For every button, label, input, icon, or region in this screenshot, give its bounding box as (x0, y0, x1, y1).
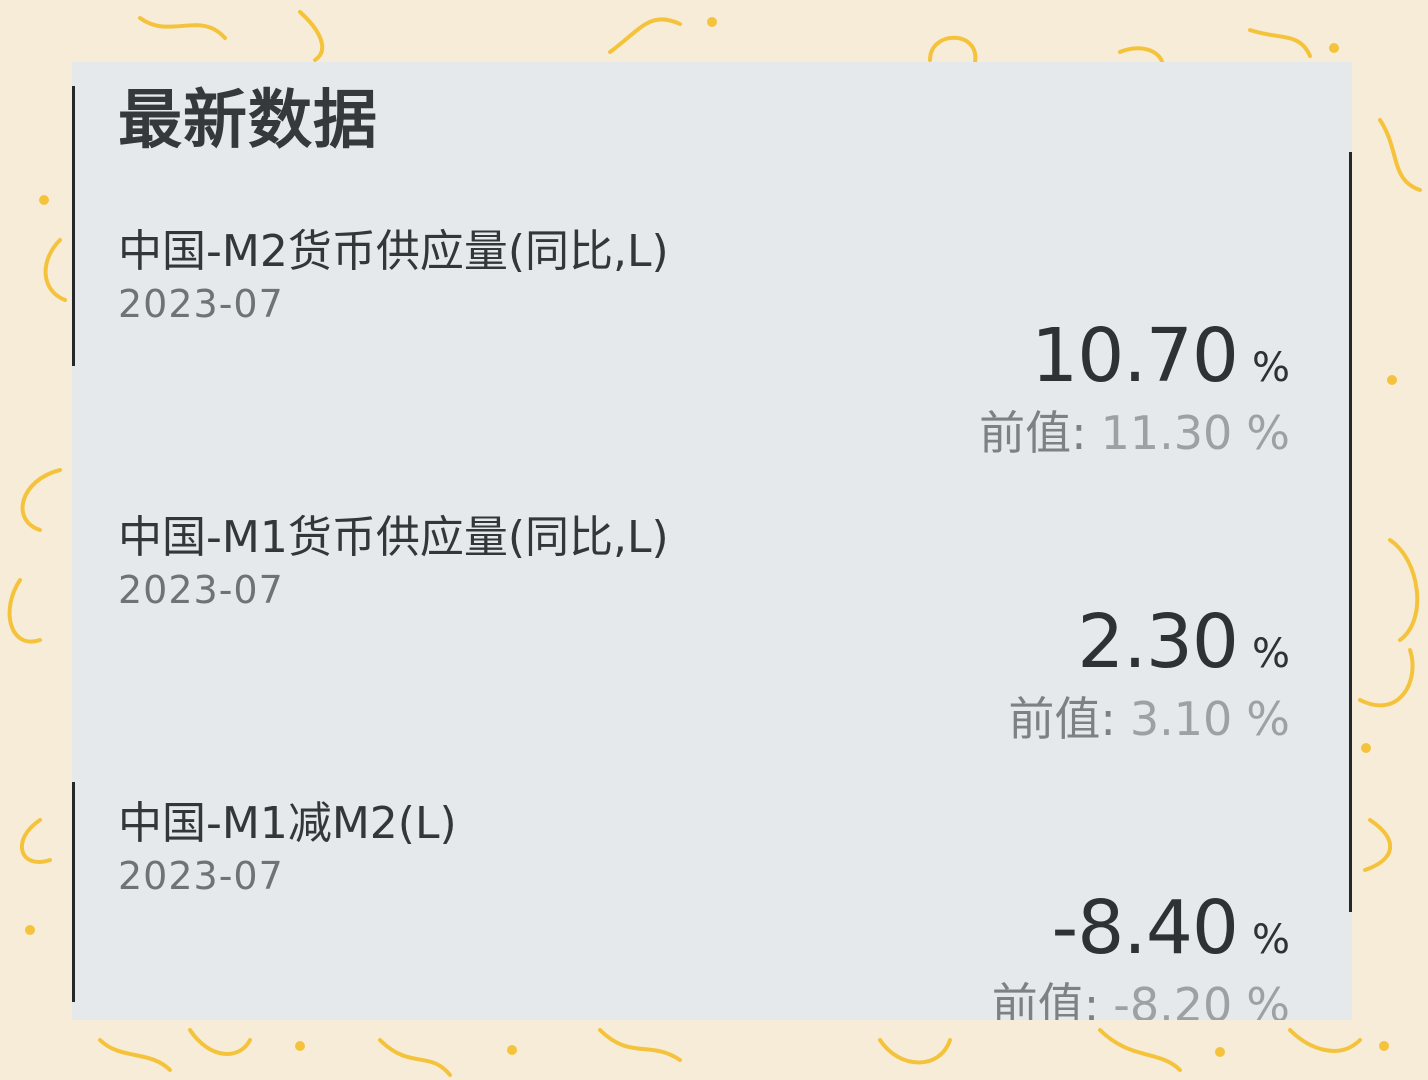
value-number: 10.70 (1031, 313, 1239, 399)
previous-number: 3.10 (1129, 692, 1233, 746)
indicator-name: 中国-M1减M2(L) (118, 798, 457, 849)
value-unit: % (1251, 345, 1290, 391)
page-title: 最新数据 (118, 84, 378, 158)
previous-value: 前值: -8.20% (992, 978, 1290, 1020)
previous-unit: % (1246, 406, 1290, 460)
indicator-date: 2023-07 (118, 854, 284, 898)
indicator-m2-yoy[interactable]: 中国-M2货币供应量(同比,L) 2023-07 10.70% 前值: 11.30… (72, 226, 1352, 516)
latest-value: 2.30% (1077, 598, 1290, 687)
indicator-date: 2023-07 (118, 282, 284, 326)
value-unit: % (1251, 917, 1290, 963)
indicator-name: 中国-M1货币供应量(同比,L) (118, 512, 669, 563)
previous-unit: % (1246, 692, 1290, 746)
previous-number: -8.20 (1113, 978, 1233, 1020)
indicator-name: 中国-M2货币供应量(同比,L) (118, 226, 669, 277)
value-unit: % (1251, 631, 1290, 677)
indicator-m1-yoy[interactable]: 中国-M1货币供应量(同比,L) 2023-07 2.30% 前值: 3.10% (72, 512, 1352, 802)
previous-label: 前值: (1008, 692, 1116, 746)
value-number: 2.30 (1077, 599, 1239, 685)
previous-label: 前值: (979, 406, 1087, 460)
latest-data-panel: 最新数据 中国-M2货币供应量(同比,L) 2023-07 10.70% 前值:… (72, 62, 1352, 1020)
indicator-m1-minus-m2[interactable]: 中国-M1减M2(L) 2023-07 -8.40% 前值: -8.20% (72, 798, 1352, 1020)
previous-value: 前值: 11.30% (979, 406, 1290, 461)
latest-value: 10.70% (1031, 312, 1290, 401)
latest-value: -8.40% (1052, 884, 1290, 973)
value-number: -8.40 (1051, 885, 1239, 971)
previous-value: 前值: 3.10% (1008, 692, 1290, 747)
previous-unit: % (1246, 978, 1290, 1020)
indicator-date: 2023-07 (118, 568, 284, 612)
previous-number: 11.30 (1100, 406, 1233, 460)
previous-label: 前值: (991, 978, 1100, 1020)
